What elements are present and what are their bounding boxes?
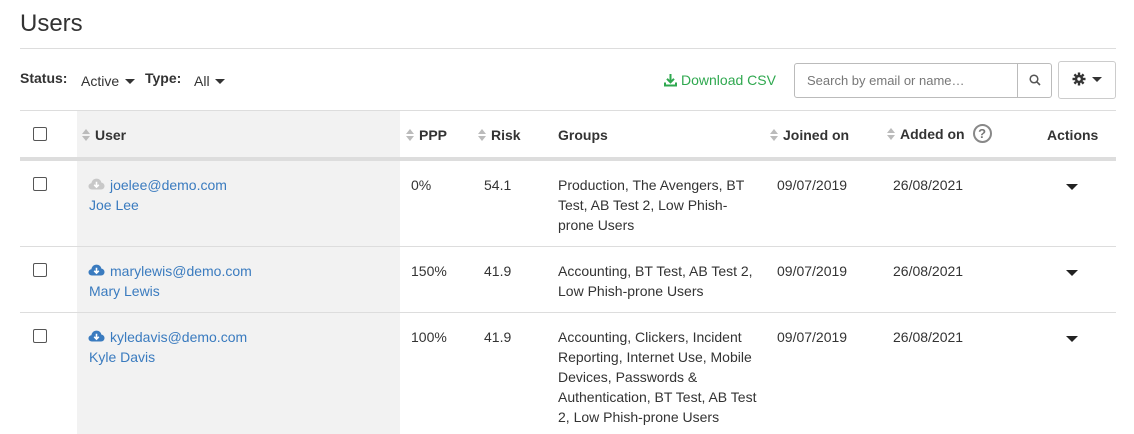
row-checkbox[interactable] <box>33 263 47 277</box>
user-name-link[interactable]: Joe Lee <box>89 195 139 215</box>
added-date: 26/08/2021 <box>893 177 964 193</box>
added-date: 26/08/2021 <box>893 329 964 345</box>
header-joined-label: Joined on <box>783 127 850 143</box>
user-email-link[interactable]: kyledavis@demo.com <box>88 327 247 347</box>
header-user[interactable]: User <box>82 127 126 143</box>
type-filter-label: Type: <box>145 70 182 86</box>
header-groups: Groups <box>558 127 608 143</box>
caret-down-icon <box>1092 76 1102 82</box>
user-email-link[interactable]: joelee@demo.com <box>88 175 227 195</box>
row-checkbox[interactable] <box>33 177 47 191</box>
user-email: joelee@demo.com <box>110 177 227 193</box>
risk-value: 41.9 <box>484 329 512 345</box>
header-joined-on[interactable]: Joined on <box>770 127 849 143</box>
search-input[interactable] <box>795 64 1017 97</box>
ppp-value: 100% <box>411 329 447 345</box>
row-checkbox[interactable] <box>33 329 47 343</box>
search-icon <box>1028 73 1041 89</box>
status-filter-label: Status: <box>20 70 68 86</box>
page-title: Users <box>20 10 83 37</box>
sort-icon <box>82 129 90 141</box>
header-added-label: Added on <box>900 125 965 142</box>
row-actions-dropdown[interactable] <box>1066 336 1078 342</box>
ppp-value: 0% <box>411 177 432 193</box>
gear-icon <box>1072 72 1086 89</box>
download-icon <box>664 73 677 87</box>
help-icon[interactable]: ? <box>972 124 992 143</box>
header-actions: Actions <box>1047 127 1098 143</box>
header-risk-label: Risk <box>491 127 521 143</box>
header-ppp-label: PPP <box>419 127 448 143</box>
sort-icon <box>478 129 486 141</box>
header-actions-label: Actions <box>1047 127 1099 143</box>
header-user-label: User <box>95 127 127 143</box>
joined-date: 09/07/2019 <box>777 177 848 193</box>
risk-value: 41.9 <box>484 263 512 279</box>
ppp-value: 150% <box>411 263 447 279</box>
row-divider <box>20 246 1116 247</box>
risk-value: 54.1 <box>484 177 512 193</box>
user-name-link[interactable]: Kyle Davis <box>89 347 155 367</box>
header-added-on[interactable]: Added on ? <box>887 124 992 143</box>
cloud-download-icon <box>88 175 105 195</box>
sort-icon <box>770 129 778 141</box>
user-email: kyledavis@demo.com <box>110 329 248 345</box>
type-filter-dropdown[interactable]: All <box>194 73 226 89</box>
sort-icon <box>887 127 895 140</box>
title-divider <box>20 48 1116 49</box>
groups-value: Production, The Avengers, BT Test, AB Te… <box>558 177 745 233</box>
joined-date: 09/07/2019 <box>777 329 848 345</box>
status-filter-value: Active <box>81 73 120 89</box>
type-filter-value: All <box>194 73 210 89</box>
download-csv-label: Download CSV <box>681 72 776 88</box>
row-divider <box>20 312 1116 313</box>
select-all-checkbox[interactable] <box>33 127 47 141</box>
header-divider <box>20 157 1116 161</box>
header-groups-label: Groups <box>558 127 608 143</box>
row-actions-dropdown[interactable] <box>1066 184 1078 190</box>
joined-date: 09/07/2019 <box>777 263 848 279</box>
user-email: marylewis@demo.com <box>110 263 252 279</box>
caret-down-icon <box>215 78 226 84</box>
caret-down-icon <box>125 78 136 84</box>
cloud-download-icon <box>88 261 105 281</box>
groups-value: Accounting, Clickers, Incident Reporting… <box>558 329 757 425</box>
user-email-link[interactable]: marylewis@demo.com <box>88 261 252 281</box>
search-button[interactable] <box>1017 64 1051 97</box>
groups-value: Accounting, BT Test, AB Test 2, Low Phis… <box>558 263 753 299</box>
sort-icon <box>406 129 414 141</box>
row-actions-dropdown[interactable] <box>1066 270 1078 276</box>
added-date: 26/08/2021 <box>893 263 964 279</box>
download-csv-link[interactable]: Download CSV <box>664 72 776 88</box>
search-box <box>794 63 1052 98</box>
header-risk[interactable]: Risk <box>478 127 521 143</box>
user-name-link[interactable]: Mary Lewis <box>89 281 160 301</box>
status-filter-dropdown[interactable]: Active <box>81 73 136 89</box>
settings-dropdown-button[interactable] <box>1058 61 1116 99</box>
header-ppp[interactable]: PPP <box>406 127 447 143</box>
cloud-download-icon <box>88 327 105 347</box>
